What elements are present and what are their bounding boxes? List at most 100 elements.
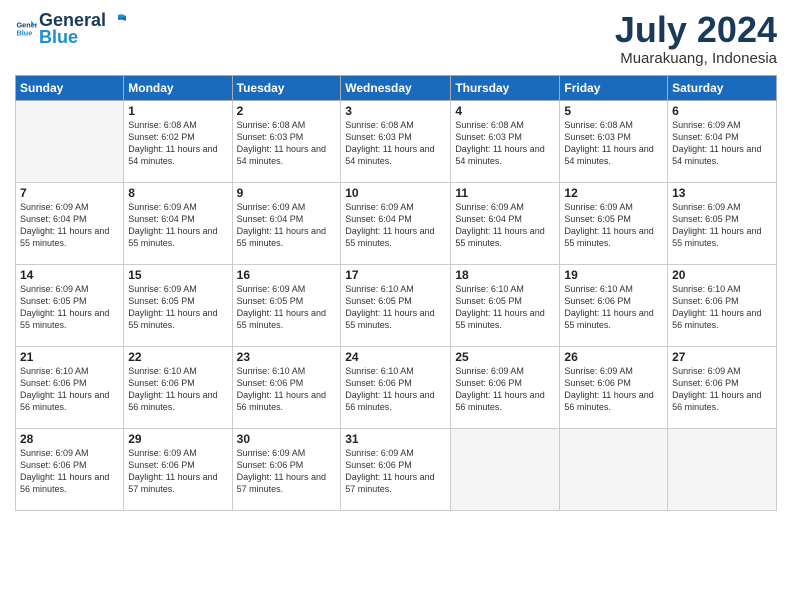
header: General Blue General Blue July 2024 Muar… (15, 10, 777, 67)
day-info: Sunrise: 6:08 AMSunset: 6:03 PMDaylight:… (455, 119, 555, 168)
day-number: 27 (672, 350, 772, 364)
day-info: Sunrise: 6:08 AMSunset: 6:02 PMDaylight:… (128, 119, 227, 168)
calendar-cell: 8Sunrise: 6:09 AMSunset: 6:04 PMDaylight… (124, 182, 232, 264)
day-info: Sunrise: 6:09 AMSunset: 6:04 PMDaylight:… (128, 201, 227, 250)
day-number: 29 (128, 432, 227, 446)
calendar-cell (560, 428, 668, 510)
day-info: Sunrise: 6:09 AMSunset: 6:06 PMDaylight:… (128, 447, 227, 496)
day-info: Sunrise: 6:09 AMSunset: 6:04 PMDaylight:… (345, 201, 446, 250)
day-number: 31 (345, 432, 446, 446)
calendar-cell: 21Sunrise: 6:10 AMSunset: 6:06 PMDayligh… (16, 346, 124, 428)
calendar-cell: 4Sunrise: 6:08 AMSunset: 6:03 PMDaylight… (451, 100, 560, 182)
calendar-cell: 1Sunrise: 6:08 AMSunset: 6:02 PMDaylight… (124, 100, 232, 182)
day-number: 13 (672, 186, 772, 200)
day-info: Sunrise: 6:08 AMSunset: 6:03 PMDaylight:… (345, 119, 446, 168)
calendar-table: Sunday Monday Tuesday Wednesday Thursday… (15, 75, 777, 511)
day-info: Sunrise: 6:09 AMSunset: 6:04 PMDaylight:… (455, 201, 555, 250)
day-info: Sunrise: 6:10 AMSunset: 6:06 PMDaylight:… (128, 365, 227, 414)
day-info: Sunrise: 6:09 AMSunset: 6:05 PMDaylight:… (672, 201, 772, 250)
calendar-cell: 10Sunrise: 6:09 AMSunset: 6:04 PMDayligh… (341, 182, 451, 264)
calendar-cell: 7Sunrise: 6:09 AMSunset: 6:04 PMDaylight… (16, 182, 124, 264)
day-info: Sunrise: 6:10 AMSunset: 6:06 PMDaylight:… (564, 283, 663, 332)
day-info: Sunrise: 6:09 AMSunset: 6:04 PMDaylight:… (20, 201, 119, 250)
day-number: 1 (128, 104, 227, 118)
day-info: Sunrise: 6:09 AMSunset: 6:06 PMDaylight:… (672, 365, 772, 414)
day-number: 2 (237, 104, 337, 118)
day-info: Sunrise: 6:09 AMSunset: 6:05 PMDaylight:… (128, 283, 227, 332)
calendar-cell: 15Sunrise: 6:09 AMSunset: 6:05 PMDayligh… (124, 264, 232, 346)
day-info: Sunrise: 6:09 AMSunset: 6:06 PMDaylight:… (455, 365, 555, 414)
calendar-week-row: 28Sunrise: 6:09 AMSunset: 6:06 PMDayligh… (16, 428, 777, 510)
calendar-cell: 6Sunrise: 6:09 AMSunset: 6:04 PMDaylight… (668, 100, 777, 182)
calendar-cell: 28Sunrise: 6:09 AMSunset: 6:06 PMDayligh… (16, 428, 124, 510)
calendar-cell (16, 100, 124, 182)
day-info: Sunrise: 6:09 AMSunset: 6:04 PMDaylight:… (237, 201, 337, 250)
title-block: July 2024 Muarakuang, Indonesia (615, 10, 777, 67)
day-info: Sunrise: 6:10 AMSunset: 6:06 PMDaylight:… (237, 365, 337, 414)
day-number: 28 (20, 432, 119, 446)
page: General Blue General Blue July 2024 Muar… (0, 0, 792, 612)
day-number: 24 (345, 350, 446, 364)
day-number: 19 (564, 268, 663, 282)
day-number: 18 (455, 268, 555, 282)
calendar-header-row: Sunday Monday Tuesday Wednesday Thursday… (16, 75, 777, 100)
day-number: 22 (128, 350, 227, 364)
logo: General Blue General Blue (15, 10, 128, 48)
day-info: Sunrise: 6:09 AMSunset: 6:06 PMDaylight:… (564, 365, 663, 414)
col-wednesday: Wednesday (341, 75, 451, 100)
day-info: Sunrise: 6:09 AMSunset: 6:06 PMDaylight:… (345, 447, 446, 496)
day-info: Sunrise: 6:10 AMSunset: 6:05 PMDaylight:… (455, 283, 555, 332)
day-info: Sunrise: 6:10 AMSunset: 6:05 PMDaylight:… (345, 283, 446, 332)
day-number: 16 (237, 268, 337, 282)
calendar-cell: 3Sunrise: 6:08 AMSunset: 6:03 PMDaylight… (341, 100, 451, 182)
day-info: Sunrise: 6:09 AMSunset: 6:05 PMDaylight:… (20, 283, 119, 332)
calendar-cell: 5Sunrise: 6:08 AMSunset: 6:03 PMDaylight… (560, 100, 668, 182)
calendar-cell: 24Sunrise: 6:10 AMSunset: 6:06 PMDayligh… (341, 346, 451, 428)
calendar-cell: 23Sunrise: 6:10 AMSunset: 6:06 PMDayligh… (232, 346, 341, 428)
day-number: 7 (20, 186, 119, 200)
calendar-week-row: 1Sunrise: 6:08 AMSunset: 6:02 PMDaylight… (16, 100, 777, 182)
calendar-cell: 18Sunrise: 6:10 AMSunset: 6:05 PMDayligh… (451, 264, 560, 346)
day-number: 3 (345, 104, 446, 118)
day-number: 12 (564, 186, 663, 200)
location: Muarakuang, Indonesia (615, 50, 777, 67)
calendar-cell: 26Sunrise: 6:09 AMSunset: 6:06 PMDayligh… (560, 346, 668, 428)
day-number: 25 (455, 350, 555, 364)
calendar-cell: 14Sunrise: 6:09 AMSunset: 6:05 PMDayligh… (16, 264, 124, 346)
col-sunday: Sunday (16, 75, 124, 100)
calendar-cell: 16Sunrise: 6:09 AMSunset: 6:05 PMDayligh… (232, 264, 341, 346)
col-saturday: Saturday (668, 75, 777, 100)
day-number: 23 (237, 350, 337, 364)
day-info: Sunrise: 6:09 AMSunset: 6:06 PMDaylight:… (237, 447, 337, 496)
day-info: Sunrise: 6:10 AMSunset: 6:06 PMDaylight:… (20, 365, 119, 414)
calendar-week-row: 7Sunrise: 6:09 AMSunset: 6:04 PMDaylight… (16, 182, 777, 264)
day-info: Sunrise: 6:09 AMSunset: 6:06 PMDaylight:… (20, 447, 119, 496)
day-number: 9 (237, 186, 337, 200)
day-info: Sunrise: 6:09 AMSunset: 6:05 PMDaylight:… (237, 283, 337, 332)
calendar-cell: 30Sunrise: 6:09 AMSunset: 6:06 PMDayligh… (232, 428, 341, 510)
day-number: 15 (128, 268, 227, 282)
day-number: 26 (564, 350, 663, 364)
calendar-cell: 19Sunrise: 6:10 AMSunset: 6:06 PMDayligh… (560, 264, 668, 346)
month-year: July 2024 (615, 10, 777, 50)
calendar-cell: 29Sunrise: 6:09 AMSunset: 6:06 PMDayligh… (124, 428, 232, 510)
day-info: Sunrise: 6:08 AMSunset: 6:03 PMDaylight:… (564, 119, 663, 168)
calendar-cell (451, 428, 560, 510)
day-number: 17 (345, 268, 446, 282)
day-info: Sunrise: 6:10 AMSunset: 6:06 PMDaylight:… (672, 283, 772, 332)
logo-icon: General Blue (15, 18, 37, 40)
calendar-cell: 2Sunrise: 6:08 AMSunset: 6:03 PMDaylight… (232, 100, 341, 182)
col-tuesday: Tuesday (232, 75, 341, 100)
day-info: Sunrise: 6:09 AMSunset: 6:04 PMDaylight:… (672, 119, 772, 168)
logo-bird-icon (108, 13, 128, 29)
calendar-week-row: 14Sunrise: 6:09 AMSunset: 6:05 PMDayligh… (16, 264, 777, 346)
day-number: 11 (455, 186, 555, 200)
calendar-cell: 11Sunrise: 6:09 AMSunset: 6:04 PMDayligh… (451, 182, 560, 264)
day-number: 21 (20, 350, 119, 364)
day-number: 10 (345, 186, 446, 200)
day-number: 5 (564, 104, 663, 118)
calendar-cell: 17Sunrise: 6:10 AMSunset: 6:05 PMDayligh… (341, 264, 451, 346)
day-info: Sunrise: 6:10 AMSunset: 6:06 PMDaylight:… (345, 365, 446, 414)
day-info: Sunrise: 6:09 AMSunset: 6:05 PMDaylight:… (564, 201, 663, 250)
day-number: 14 (20, 268, 119, 282)
